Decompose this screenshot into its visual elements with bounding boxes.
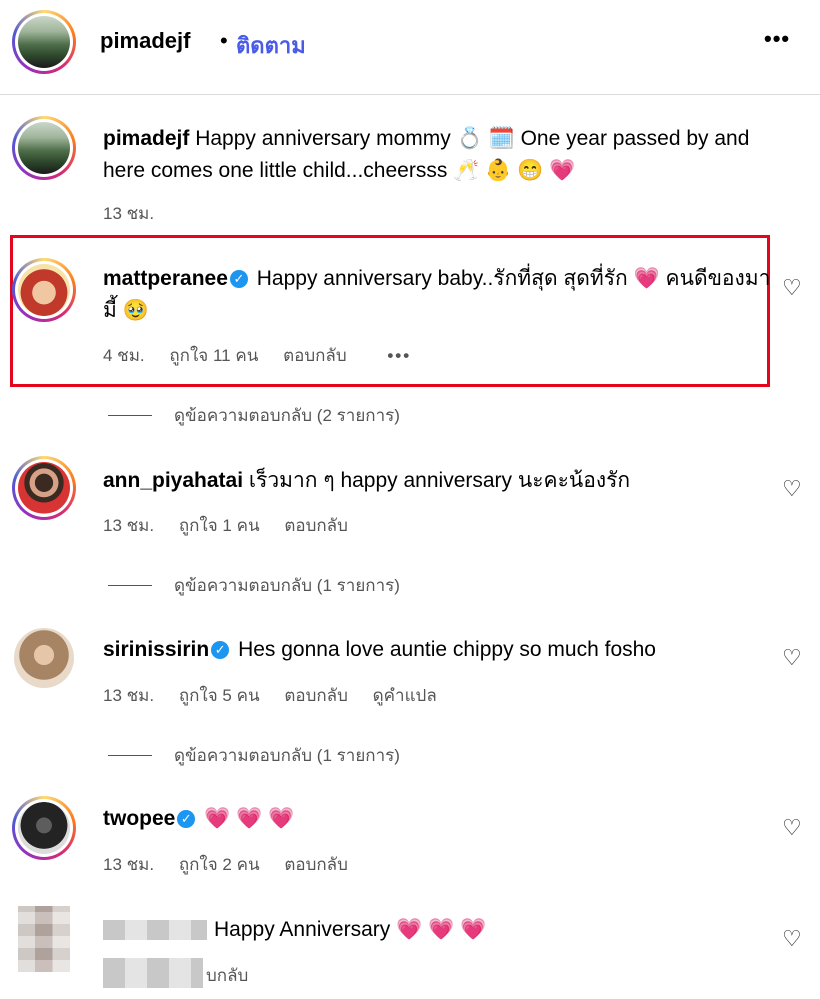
header-separator: • bbox=[220, 28, 228, 53]
comment-text: Happy Anniversary 💗 💗 💗 bbox=[214, 918, 487, 941]
comment-meta: 4 ชม. ถูกใจ 11 คน ตอบกลับ ••• bbox=[103, 342, 431, 369]
replies-line bbox=[108, 755, 152, 756]
avatar[interactable] bbox=[12, 796, 76, 860]
more-options-icon[interactable]: ••• bbox=[764, 26, 790, 52]
comment-text: เร็วมาก ๆ happy anniversary นะคะน้องรัก bbox=[248, 469, 631, 492]
comment-body: sirinissirin ✓ Hes gonna love auntie chip… bbox=[103, 634, 773, 666]
reply-button[interactable]: ตอบกลับ bbox=[284, 686, 348, 705]
comment-more-icon[interactable]: ••• bbox=[387, 346, 411, 365]
reply-button[interactable]: ตอบกลับ bbox=[284, 855, 348, 874]
reply-button[interactable]: ตอบกลับ bbox=[283, 346, 347, 365]
comment-meta: บกลับ bbox=[206, 962, 268, 989]
comment-meta: 13 ชม. ถูกใจ 5 คน ตอบกลับ ดูคำแปล bbox=[103, 682, 457, 709]
header-avatar[interactable] bbox=[12, 10, 76, 74]
likes-count[interactable]: ถูกใจ 11 คน bbox=[169, 346, 258, 365]
view-replies-button[interactable]: ดูข้อความตอบกลับ (1 รายการ) bbox=[108, 742, 400, 769]
verified-badge-icon: ✓ bbox=[177, 810, 196, 828]
comment-text: Happy anniversary mommy 💍 🗓️ One year pa… bbox=[103, 127, 750, 182]
comment-time[interactable]: 13 ชม. bbox=[103, 516, 154, 535]
avatar[interactable] bbox=[12, 116, 76, 180]
pixelated-meta bbox=[103, 958, 203, 988]
comment-body: ann_piyahatai เร็วมาก ๆ happy anniversar… bbox=[103, 465, 773, 497]
comment-meta: 13 ชม. ถูกใจ 2 คน ตอบกลับ bbox=[103, 851, 368, 878]
comment-time[interactable]: 13 ชม. bbox=[103, 855, 154, 874]
comment-body: pimadejf Happy anniversary mommy 💍 🗓️ On… bbox=[103, 123, 773, 187]
view-replies-label[interactable]: ดูข้อความตอบกลับ (2 รายการ) bbox=[174, 406, 400, 425]
comment-text: 💗 💗 💗 bbox=[204, 807, 295, 830]
comment-username[interactable]: sirinissirin bbox=[103, 638, 209, 661]
comment-time[interactable]: 13 ชม. bbox=[103, 686, 154, 705]
avatar[interactable] bbox=[12, 456, 76, 520]
comment-username[interactable]: mattperanee bbox=[103, 267, 228, 290]
view-replies-label[interactable]: ดูข้อความตอบกลับ (1 รายการ) bbox=[174, 576, 400, 595]
likes-count[interactable]: ถูกใจ 5 คน bbox=[179, 686, 260, 705]
comment-meta: 13 ชม. bbox=[103, 200, 174, 227]
verified-badge-icon: ✓ bbox=[229, 270, 248, 288]
likes-count[interactable]: ถูกใจ 2 คน bbox=[179, 855, 260, 874]
verified-badge-icon: ✓ bbox=[211, 641, 230, 659]
avatar-pixelated[interactable] bbox=[18, 906, 70, 972]
reply-button[interactable]: ตอบกลับ bbox=[284, 516, 348, 535]
comment-body: twopee ✓ 💗 💗 💗 bbox=[103, 803, 773, 835]
like-heart-icon[interactable]: ♡ bbox=[782, 645, 802, 671]
comment-body: Happy Anniversary 💗 💗 💗 bbox=[214, 914, 714, 946]
replies-line bbox=[108, 415, 152, 416]
view-replies-button[interactable]: ดูข้อความตอบกลับ (1 รายการ) bbox=[108, 572, 400, 599]
comment-text: Hes gonna love auntie chippy so much fos… bbox=[238, 638, 656, 661]
like-heart-icon[interactable]: ♡ bbox=[782, 815, 802, 841]
reply-button[interactable]: บกลับ bbox=[206, 966, 248, 985]
likes-count[interactable]: ถูกใจ 1 คน bbox=[179, 516, 260, 535]
header-username[interactable]: pimadejf bbox=[100, 28, 190, 54]
like-heart-icon[interactable]: ♡ bbox=[782, 275, 802, 301]
view-replies-button[interactable]: ดูข้อความตอบกลับ (2 รายการ) bbox=[108, 402, 400, 429]
comment-meta: 13 ชม. ถูกใจ 1 คน ตอบกลับ bbox=[103, 512, 368, 539]
comment-time[interactable]: 13 ชม. bbox=[103, 204, 154, 223]
view-replies-label[interactable]: ดูข้อความตอบกลับ (1 รายการ) bbox=[174, 746, 400, 765]
comment-username[interactable]: pimadejf bbox=[103, 127, 189, 150]
comment-username[interactable]: ann_piyahatai bbox=[103, 469, 243, 492]
like-heart-icon[interactable]: ♡ bbox=[782, 476, 802, 502]
avatar[interactable] bbox=[14, 628, 74, 688]
comment-username[interactable]: twopee bbox=[103, 807, 175, 830]
avatar[interactable] bbox=[12, 258, 76, 322]
replies-line bbox=[108, 585, 152, 586]
post-header: pimadejf • ติดตาม ••• bbox=[0, 0, 820, 95]
translate-button[interactable]: ดูคำแปล bbox=[373, 686, 437, 705]
follow-button[interactable]: ติดตาม bbox=[236, 28, 306, 63]
pixelated-username bbox=[103, 920, 207, 940]
comment-time[interactable]: 4 ชม. bbox=[103, 346, 145, 365]
like-heart-icon[interactable]: ♡ bbox=[782, 926, 802, 952]
comment-body: mattperanee ✓ Happy anniversary baby..รัก… bbox=[103, 263, 773, 327]
